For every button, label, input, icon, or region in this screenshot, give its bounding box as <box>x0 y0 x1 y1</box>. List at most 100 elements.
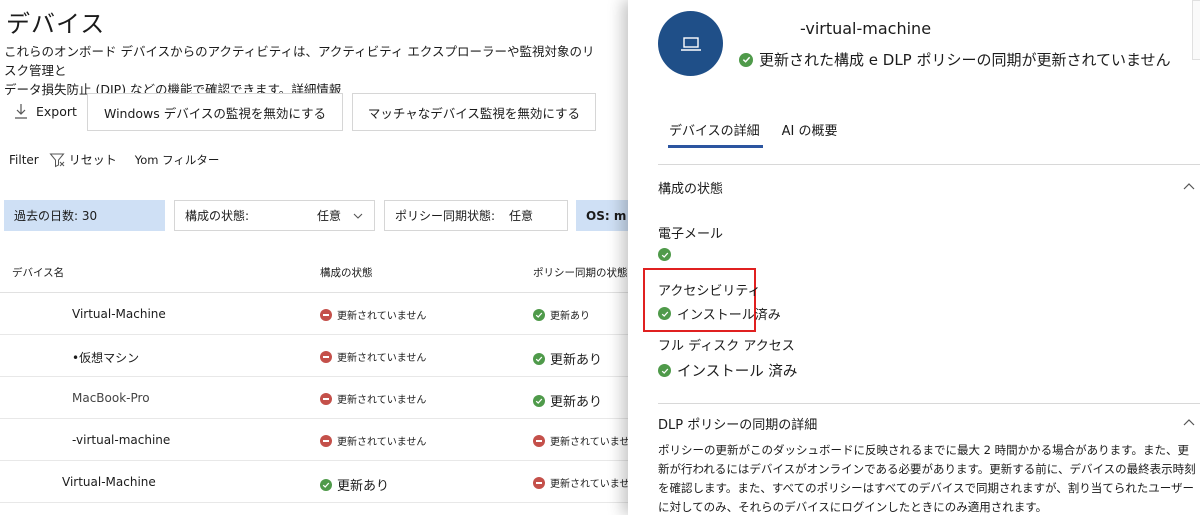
success-check-icon <box>658 307 671 320</box>
reset-filters-button[interactable]: リセット <box>49 151 117 168</box>
policy-status-text: 更新あり <box>550 353 603 368</box>
config-state-filter-value: 任意 <box>317 209 342 223</box>
error-status-icon <box>320 308 332 321</box>
policy-sync-filter[interactable]: ポリシー同期状態: 任意 <box>384 200 568 231</box>
export-label: Export <box>36 103 77 119</box>
policy-sync-filter-label: ポリシー同期状態: <box>395 209 496 223</box>
chevron-up-icon <box>1183 183 1195 190</box>
table-row[interactable]: •仮想マシン 更新されていません 更新あり <box>0 335 640 377</box>
device-name: MacBook-Pro <box>72 391 150 405</box>
panel-edge <box>1192 0 1200 60</box>
device-name: Virtual-Machine <box>72 307 166 321</box>
table-header: デバイス名 構成の状態 ポリシー同期の状態 <box>0 255 640 293</box>
policy-sync-filter-value: 任意 <box>509 209 534 223</box>
device-details-panel: -virtual-machine 更新された構成 e DLP ポリシーの同期が更… <box>628 0 1200 515</box>
config-status-text: 更新されていません <box>337 353 427 364</box>
devices-page: デバイス これらのオンボード デバイスからのアクティビティは、アクティビティ エ… <box>0 0 656 515</box>
yom-filter-button[interactable]: Yom フィルター <box>135 152 220 168</box>
description-line1: これらのオンボード デバイスからのアクティビティは、アクティビティ エクスプロー… <box>4 44 595 78</box>
policy-status-cell: 更新あり <box>533 349 602 368</box>
config-status-text: 更新されていません <box>337 311 427 322</box>
panel-tabs: デバイスの詳細 AI の概要 <box>668 115 838 148</box>
filter-label: Filter <box>9 152 39 167</box>
policy-status-cell: 更新あり <box>533 307 590 322</box>
accessibility-label: アクセシビリティ <box>658 284 761 299</box>
reset-label: リセット <box>68 153 117 167</box>
error-status-icon <box>320 434 332 447</box>
table-row[interactable]: Virtual-Machine 更新あり 更新されていません <box>0 461 640 503</box>
email-status <box>658 248 671 261</box>
device-name: -virtual-machine <box>72 433 171 447</box>
tab-ai-summary[interactable]: AI の概要 <box>782 115 838 148</box>
config-status-cell: 更新あり <box>320 475 389 494</box>
accessibility-status: インストール済み <box>658 304 781 323</box>
policy-status-cell: 更新されていません <box>533 475 639 490</box>
download-icon <box>15 104 27 119</box>
config-state-section-header[interactable]: 構成の状態 <box>658 178 1200 197</box>
success-check-icon <box>533 308 545 321</box>
error-status-icon <box>533 434 545 447</box>
device-name: •仮想マシン <box>72 351 140 365</box>
full-disk-access-status: インストール 済み <box>658 360 797 381</box>
chevron-down-icon <box>353 213 363 219</box>
filter-bar: Filter リセット Yom フィルター <box>9 151 219 168</box>
success-check-icon <box>658 364 671 377</box>
chevron-up-icon <box>1183 419 1195 426</box>
device-avatar <box>658 11 723 76</box>
panel-subtitle-text: 更新された構成 e DLP ポリシーの同期が更新されていません <box>759 51 1171 69</box>
email-label: 電子メール <box>658 227 724 242</box>
config-status-cell: 更新されていません <box>320 433 426 448</box>
column-header-device-name[interactable]: デバイス名 <box>12 265 64 280</box>
policy-status-cell: 更新されていません <box>533 433 639 448</box>
full-disk-access-status-text: インストール 済み <box>677 364 798 380</box>
config-status-text: 更新あり <box>337 479 390 494</box>
table-row[interactable]: MacBook-Pro 更新されていません 更新あり <box>0 377 640 419</box>
config-status-cell: 更新されていません <box>320 349 426 364</box>
disable-mac-monitoring-button[interactable]: マッチャなデバイス監視を無効にする <box>352 93 596 131</box>
policy-status-text: 更新あり <box>550 311 590 322</box>
tab-device-details[interactable]: デバイスの詳細 <box>668 115 763 148</box>
tabs-divider <box>658 164 1200 165</box>
laptop-icon <box>680 36 701 51</box>
devices-table: デバイス名 構成の状態 ポリシー同期の状態 Virtual-Machine 更新… <box>0 255 640 503</box>
dlp-sync-section-header[interactable]: DLP ポリシーの同期の詳細 <box>658 414 1200 433</box>
error-status-icon <box>533 476 545 489</box>
funnel-icon <box>49 153 65 167</box>
command-bar: Export Windows デバイスの監視を無効にする マッチャなデバイス監視… <box>0 93 640 133</box>
error-status-icon <box>320 392 332 405</box>
section-divider <box>658 403 1200 404</box>
policy-status-text: 更新されていません <box>550 479 640 490</box>
panel-subtitle: 更新された構成 e DLP ポリシーの同期が更新されていません <box>739 49 1171 70</box>
error-status-icon <box>320 350 332 363</box>
accessibility-status-text: インストール済み <box>677 308 781 323</box>
success-check-icon <box>533 352 545 365</box>
policy-status-text: 更新されていません <box>550 437 640 448</box>
full-disk-access-label: フル ディスク アクセス <box>658 339 795 354</box>
days-filter-chip[interactable]: 過去の日数: 30 <box>4 200 165 231</box>
config-state-section-title: 構成の状態 <box>658 182 724 197</box>
dlp-sync-section-title: DLP ポリシーの同期の詳細 <box>658 418 818 433</box>
config-status-cell: 更新されていません <box>320 307 426 322</box>
disable-windows-monitoring-button[interactable]: Windows デバイスの監視を無効にする <box>87 93 343 131</box>
success-check-icon <box>658 248 671 261</box>
policy-status-cell: 更新あり <box>533 391 602 410</box>
page-title: デバイス <box>6 10 106 38</box>
policy-status-text: 更新あり <box>550 395 603 410</box>
config-status-text: 更新されていません <box>337 395 427 406</box>
success-check-icon <box>739 52 753 67</box>
success-check-icon <box>533 394 545 407</box>
device-name: Virtual-Machine <box>62 475 156 489</box>
success-check-icon <box>320 478 332 491</box>
table-row[interactable]: -virtual-machine 更新されていません 更新されていません <box>0 419 640 461</box>
config-status-cell: 更新されていません <box>320 391 426 406</box>
filter-chips: 過去の日数: 30 構成の状態: 任意 ポリシー同期状態: 任意 OS: m <box>4 200 656 232</box>
config-state-filter[interactable]: 構成の状態: 任意 <box>174 200 375 231</box>
config-state-filter-label: 構成の状態: <box>185 209 250 223</box>
table-row[interactable]: Virtual-Machine 更新されていません 更新あり <box>0 293 640 335</box>
dlp-sync-description: ポリシーの更新がこのダッシュボードに反映されるまでに最大 2 時間かかる場合があ… <box>658 443 1196 514</box>
panel-title: -virtual-machine <box>800 19 932 38</box>
column-header-config-state[interactable]: 構成の状態 <box>320 265 373 280</box>
column-header-policy-sync[interactable]: ポリシー同期の状態 <box>533 265 628 280</box>
config-status-text: 更新されていません <box>337 437 427 448</box>
export-button[interactable]: Export <box>14 103 77 119</box>
